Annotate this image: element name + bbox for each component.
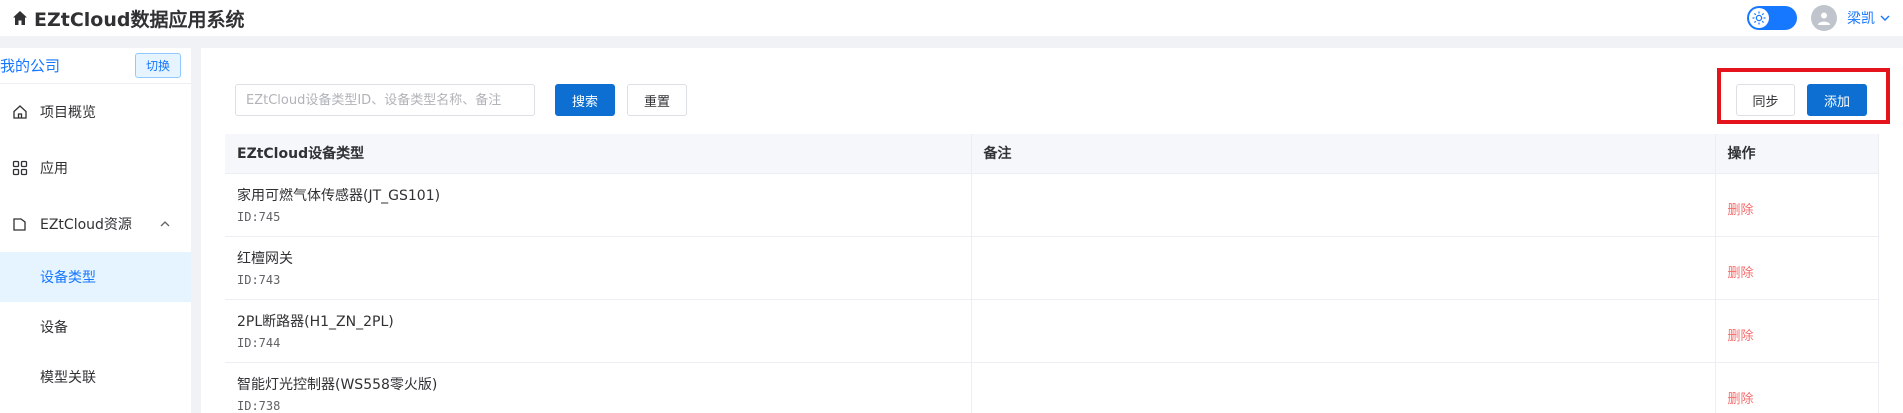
folder-icon (13, 218, 26, 231)
company-row: 我的公司 切换 (0, 48, 191, 84)
cell-note (971, 362, 1716, 413)
cell-action: 删除 (1715, 299, 1879, 363)
column-header-action: 操作 (1715, 134, 1879, 174)
device-type-name: 红檀网关 (237, 251, 293, 267)
sidebar-item-label: 应用 (40, 161, 68, 177)
device-type-name: 智能灯光控制器(WS558零火版) (237, 377, 438, 393)
switch-company-button[interactable]: 切换 (134, 53, 181, 78)
column-header-note: 备注 (971, 134, 1716, 174)
search-input[interactable] (235, 84, 535, 116)
table-row: 智能灯光控制器(WS558零火版) ID:738 删除 (225, 362, 1879, 413)
cell-device-type: 智能灯光控制器(WS558零火版) ID:738 (225, 362, 972, 413)
home-outline-icon (13, 105, 27, 119)
table-row: 家用可燃气体传感器(JT_GS101) ID:745 删除 (225, 173, 1879, 237)
sidebar: 我的公司 切换 项目概览 应用 EZtCloud资源 设备类型 设备 模型关联 (0, 48, 191, 413)
sync-button[interactable]: 同步 (1736, 84, 1795, 116)
table-row: 红檀网关 ID:743 删除 (225, 236, 1879, 300)
chevron-up-icon (160, 221, 170, 227)
device-type-id: ID:743 (237, 273, 281, 287)
cell-action: 删除 (1715, 362, 1879, 413)
cell-note (971, 236, 1716, 300)
cell-note (971, 173, 1716, 237)
delete-link[interactable]: 删除 (1728, 191, 1754, 218)
cell-action: 删除 (1715, 173, 1879, 237)
main-panel: 搜索 重置 同步 添加 EZtCloud设备类型 备注 操作 家用可燃气体传感器… (201, 48, 1903, 413)
cell-note (971, 299, 1716, 363)
reset-button[interactable]: 重置 (627, 84, 687, 116)
device-type-name: 2PL断路器(H1_ZN_2PL) (237, 314, 394, 330)
delete-link[interactable]: 删除 (1728, 380, 1754, 407)
device-type-table: EZtCloud设备类型 备注 操作 家用可燃气体传感器(JT_GS101) I… (225, 134, 1879, 413)
device-type-id: ID:745 (237, 210, 281, 224)
user-name[interactable]: 梁凯 (1847, 8, 1875, 28)
device-type-id: ID:738 (237, 399, 281, 413)
brand[interactable]: EZtCloud数据应用系统 (12, 5, 244, 32)
device-type-name: 家用可燃气体传感器(JT_GS101) (237, 188, 441, 204)
add-button[interactable]: 添加 (1807, 84, 1867, 116)
sidebar-item-label: EZtCloud资源 (40, 217, 132, 233)
grid-icon (12, 160, 28, 176)
sidebar-subitem-devices[interactable]: 设备 (0, 302, 191, 352)
cell-device-type: 家用可燃气体传感器(JT_GS101) ID:745 (225, 173, 972, 237)
home-icon (13, 11, 27, 25)
avatar[interactable] (1811, 5, 1837, 31)
search-button[interactable]: 搜索 (555, 84, 615, 116)
column-header-device-type: EZtCloud设备类型 (225, 134, 972, 174)
user-icon (1818, 12, 1830, 25)
sun-icon (1749, 8, 1769, 28)
cell-action: 删除 (1715, 236, 1879, 300)
delete-link[interactable]: 删除 (1728, 254, 1754, 281)
chevron-down-icon[interactable] (1879, 12, 1891, 24)
top-header: EZtCloud数据应用系统 梁凯 (0, 0, 1903, 36)
cell-device-type: 2PL断路器(H1_ZN_2PL) ID:744 (225, 299, 972, 363)
theme-toggle[interactable] (1747, 6, 1797, 30)
sidebar-item-resources[interactable]: EZtCloud资源 (0, 196, 191, 252)
app-title: EZtCloud数据应用系统 (34, 8, 245, 31)
table-header-row: EZtCloud设备类型 备注 操作 (225, 134, 1879, 174)
sidebar-item-label: 项目概览 (40, 105, 96, 121)
sidebar-item-overview[interactable]: 项目概览 (0, 84, 191, 140)
sidebar-item-apps[interactable]: 应用 (0, 140, 191, 196)
delete-link[interactable]: 删除 (1728, 317, 1754, 344)
sidebar-subitem-model-association[interactable]: 模型关联 (0, 352, 191, 402)
cell-device-type: 红檀网关 ID:743 (225, 236, 972, 300)
table-row: 2PL断路器(H1_ZN_2PL) ID:744 删除 (225, 299, 1879, 363)
device-type-id: ID:744 (237, 336, 281, 350)
company-name[interactable]: 我的公司 (0, 55, 60, 76)
sidebar-subitem-device-types[interactable]: 设备类型 (0, 252, 191, 302)
